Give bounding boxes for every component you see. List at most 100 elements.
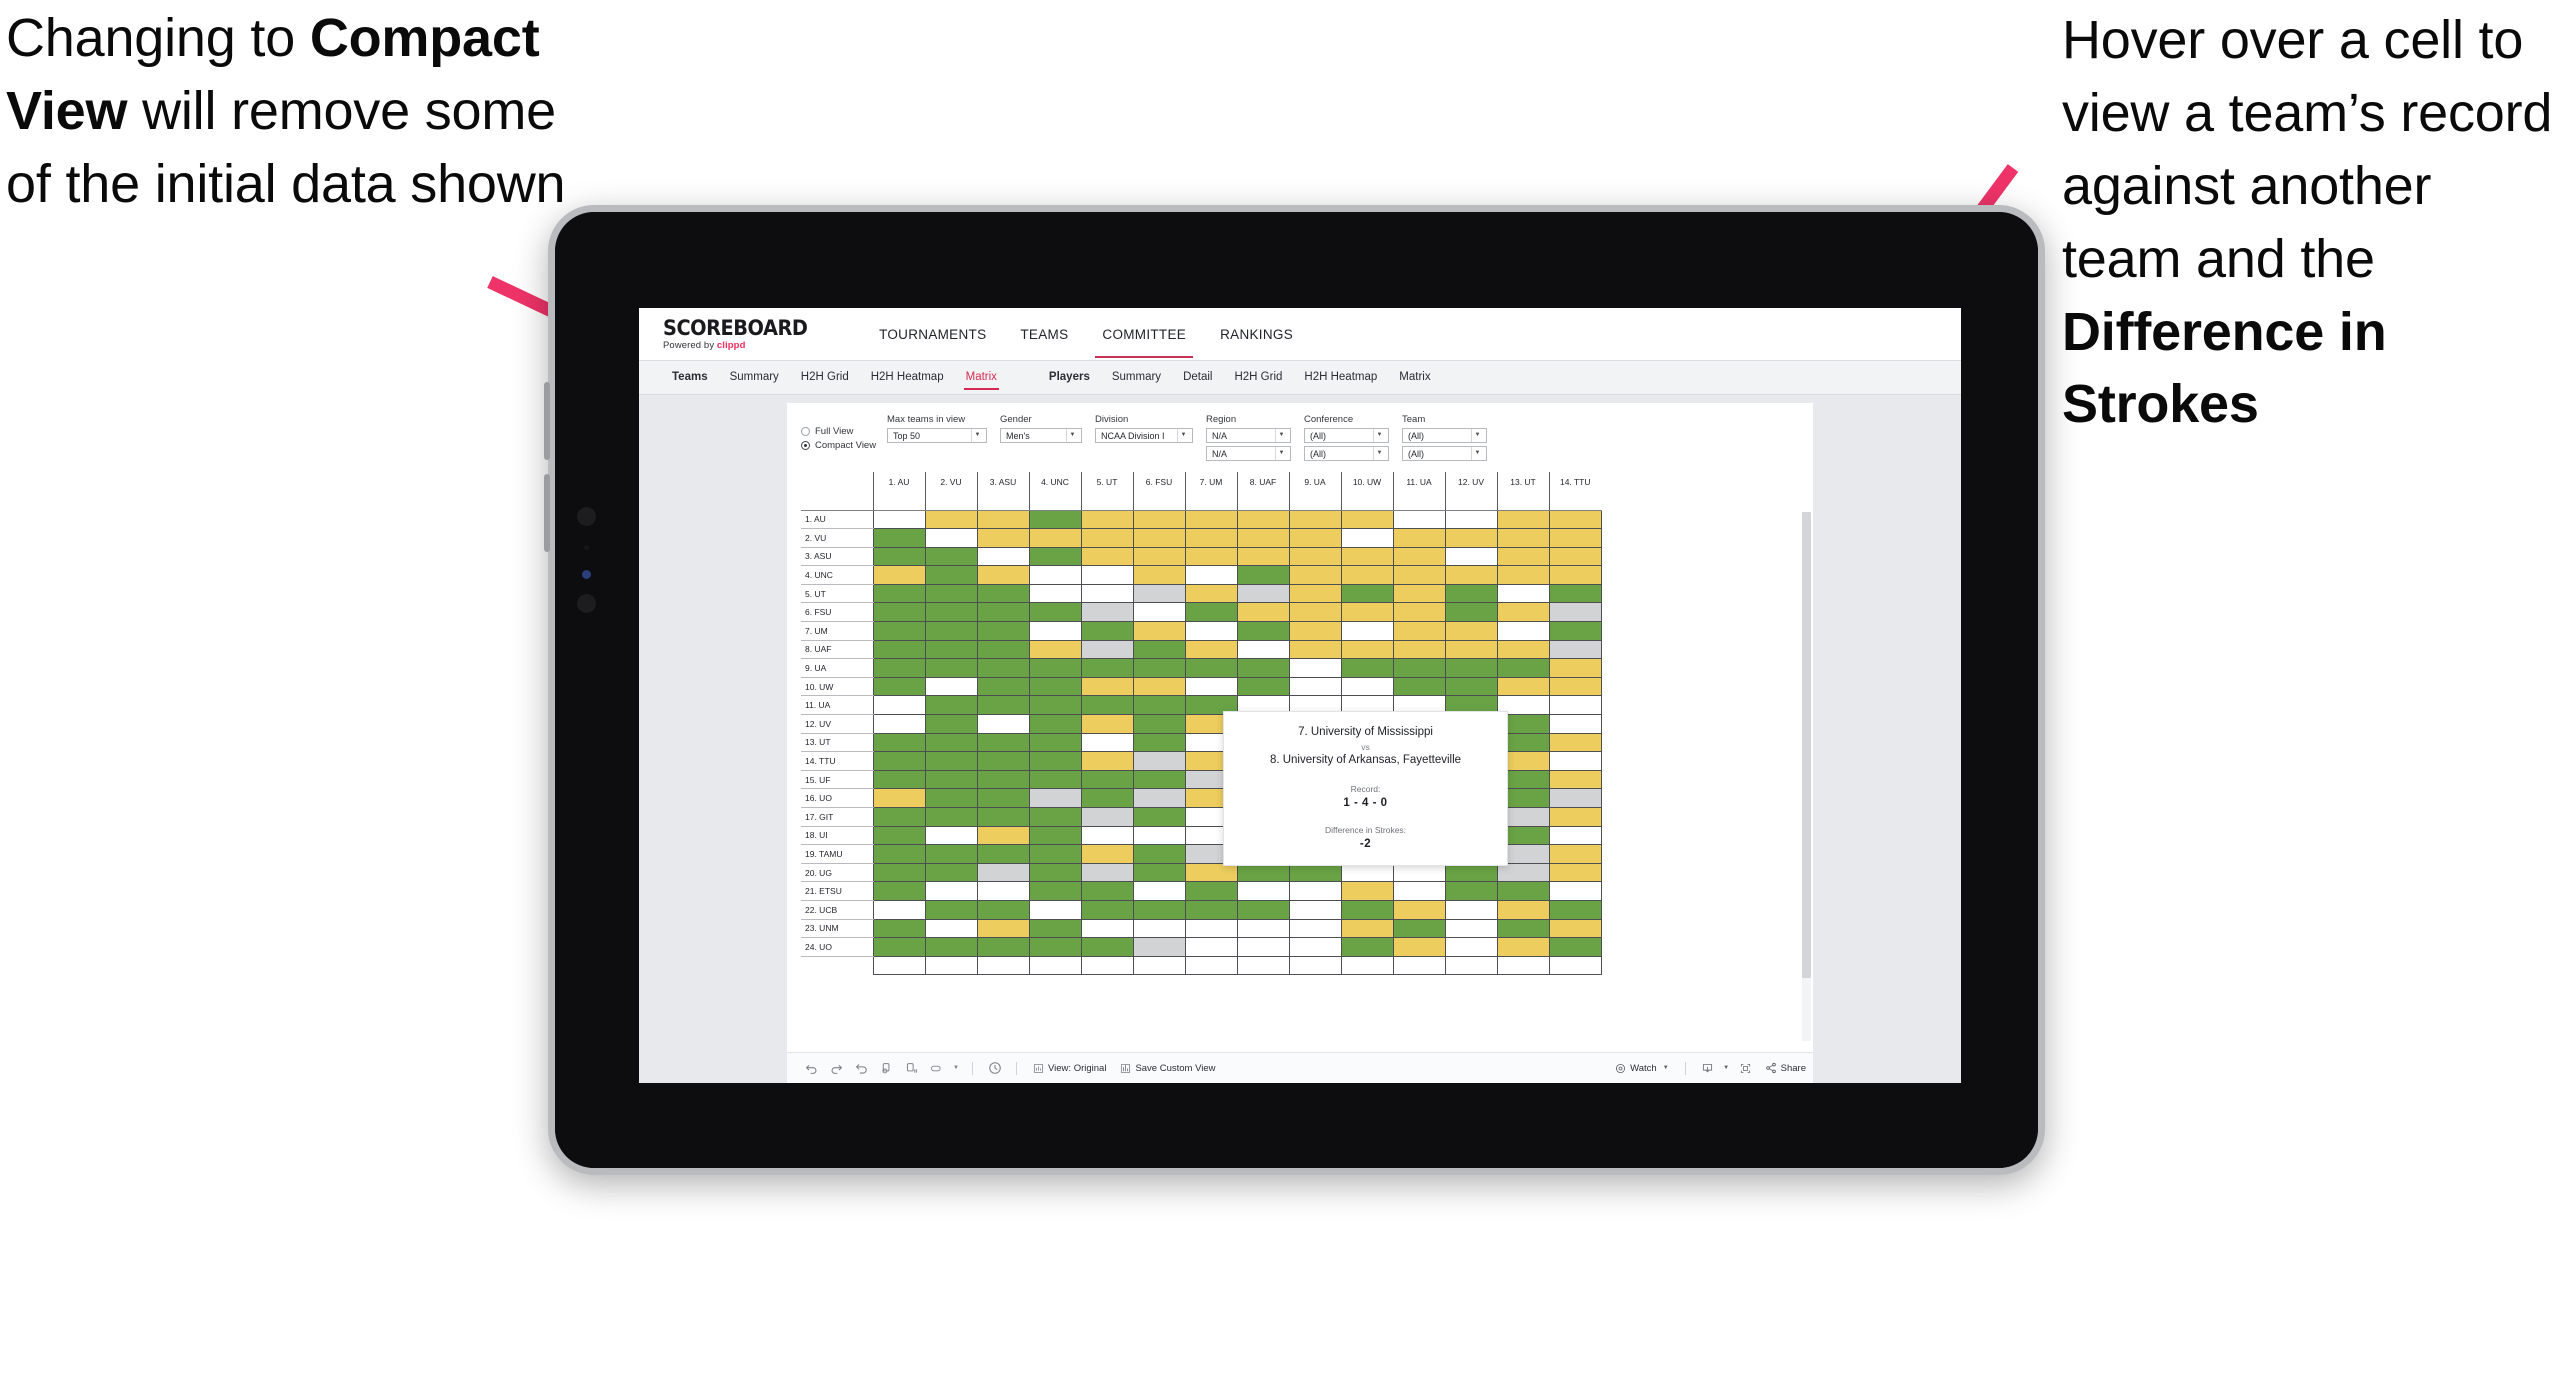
matrix-cell[interactable]	[1444, 584, 1498, 604]
matrix-cell[interactable]	[1028, 695, 1082, 716]
matrix-cell[interactable]	[1288, 565, 1342, 585]
matrix-cell[interactable]	[1444, 565, 1498, 585]
matrix-cell[interactable]	[1340, 658, 1394, 678]
matrix-cell[interactable]	[1028, 881, 1082, 901]
matrix-cell[interactable]	[1028, 788, 1082, 808]
matrix-cell[interactable]	[1184, 640, 1238, 660]
filter-gender-select[interactable]: Men's ▼	[1000, 428, 1082, 443]
matrix-row-header[interactable]: 4. UNC	[801, 565, 873, 585]
nav-item-committee[interactable]: COMMITTEE	[1085, 310, 1203, 358]
matrix-cell[interactable]	[924, 863, 978, 883]
matrix-cell[interactable]	[1184, 584, 1238, 604]
subnav-players-summary[interactable]: Summary	[1101, 363, 1172, 392]
matrix-row-header[interactable]: 12. UV	[801, 714, 873, 734]
matrix-cell[interactable]	[1028, 900, 1082, 920]
matrix-cell[interactable]	[976, 584, 1030, 604]
matrix-cell[interactable]	[1080, 602, 1134, 623]
matrix-cell[interactable]	[1132, 919, 1186, 939]
matrix-cell[interactable]	[1028, 807, 1082, 827]
matrix-cell[interactable]	[976, 919, 1030, 939]
radio-compact-view[interactable]: Compact View	[801, 440, 887, 451]
matrix-cell[interactable]	[1132, 788, 1186, 808]
matrix-cell[interactable]	[924, 881, 978, 901]
matrix-cell[interactable]	[1548, 658, 1602, 678]
matrix-row-header[interactable]: 23. UNM	[801, 919, 873, 939]
matrix-cell[interactable]	[872, 844, 926, 864]
matrix-row-header[interactable]: 10. UW	[801, 677, 873, 697]
matrix-cell[interactable]	[1392, 528, 1446, 548]
matrix-cell[interactable]	[1340, 565, 1394, 585]
matrix-row-header[interactable]: 18. UI	[801, 826, 873, 846]
matrix-cell[interactable]	[1548, 751, 1602, 771]
matrix-cell[interactable]	[1080, 547, 1134, 567]
matrix-cell[interactable]	[1340, 528, 1394, 548]
matrix-row-header[interactable]: 19. TAMU	[801, 844, 873, 864]
nav-item-tournaments[interactable]: TOURNAMENTS	[862, 310, 1003, 358]
matrix-cell[interactable]	[1548, 807, 1602, 827]
matrix-cell[interactable]	[1080, 770, 1134, 790]
matrix-cell[interactable]	[1288, 640, 1342, 660]
matrix-cell[interactable]	[1080, 826, 1134, 846]
matrix-cell[interactable]	[872, 881, 926, 901]
fullscreen-icon[interactable]	[1733, 1057, 1758, 1079]
matrix-column-header[interactable]: 13. UT	[1496, 472, 1549, 511]
matrix-cell[interactable]	[1444, 547, 1498, 567]
matrix-row-header[interactable]: 6. FSU	[801, 602, 873, 623]
matrix-column-header[interactable]: 14. TTU	[1548, 472, 1601, 511]
matrix-cell[interactable]	[976, 510, 1030, 530]
matrix-cell[interactable]	[1288, 547, 1342, 567]
matrix-cell[interactable]	[1132, 621, 1186, 641]
matrix-cell[interactable]	[924, 770, 978, 790]
matrix-cell[interactable]	[1132, 770, 1186, 790]
matrix-cell[interactable]	[976, 547, 1030, 567]
alerts-chevron-down-icon[interactable]: ▼	[949, 1057, 963, 1079]
matrix-cell[interactable]	[1184, 881, 1238, 901]
matrix-cell[interactable]	[1548, 844, 1602, 864]
matrix-cell[interactable]	[1496, 547, 1550, 567]
matrix-cell[interactable]	[872, 937, 926, 957]
matrix-cell[interactable]	[1132, 844, 1186, 864]
matrix-cell[interactable]	[1184, 565, 1238, 585]
matrix-cell[interactable]	[1548, 584, 1602, 604]
matrix-cell[interactable]	[1132, 640, 1186, 660]
matrix-cell[interactable]	[1132, 714, 1186, 734]
matrix-cell[interactable]	[1132, 826, 1186, 846]
matrix-cell[interactable]	[1392, 621, 1446, 641]
matrix-cell[interactable]	[872, 956, 926, 976]
matrix-cell[interactable]	[1080, 937, 1134, 957]
matrix-cell[interactable]	[924, 547, 978, 567]
matrix-cell[interactable]	[1184, 937, 1238, 957]
matrix-cell[interactable]	[1288, 900, 1342, 920]
matrix-cell[interactable]	[1184, 510, 1238, 530]
matrix-cell[interactable]	[1236, 621, 1290, 641]
matrix-cell[interactable]	[1548, 565, 1602, 585]
matrix-row-header[interactable]: 11. UA	[801, 695, 873, 716]
matrix-cell[interactable]	[872, 788, 926, 808]
matrix-cell[interactable]	[976, 751, 1030, 771]
matrix-cell[interactable]	[1028, 956, 1082, 976]
matrix-cell[interactable]	[872, 602, 926, 623]
matrix-cell[interactable]	[1080, 733, 1134, 753]
matrix-cell[interactable]	[1132, 584, 1186, 604]
matrix-cell[interactable]	[1132, 510, 1186, 530]
matrix-cell[interactable]	[1288, 584, 1342, 604]
matrix-cell[interactable]	[872, 751, 926, 771]
matrix-cell[interactable]	[1236, 956, 1290, 976]
matrix-cell[interactable]	[872, 677, 926, 697]
matrix-cell[interactable]	[1340, 956, 1394, 976]
brand-logo[interactable]: SCOREBOARD Powered by clippd	[663, 317, 820, 351]
matrix-cell[interactable]	[1028, 751, 1082, 771]
matrix-cell[interactable]	[1496, 565, 1550, 585]
matrix-cell[interactable]	[1080, 621, 1134, 641]
matrix-cell[interactable]	[976, 863, 1030, 883]
matrix-cell[interactable]	[872, 826, 926, 846]
matrix-cell[interactable]	[1392, 547, 1446, 567]
matrix-cell[interactable]	[1496, 900, 1550, 920]
matrix-row-header[interactable]: 20. UG	[801, 863, 873, 883]
matrix-cell[interactable]	[1236, 640, 1290, 660]
matrix-cell[interactable]	[1444, 900, 1498, 920]
matrix-row-header[interactable]: 8. UAF	[801, 640, 873, 660]
matrix-cell[interactable]	[1392, 881, 1446, 901]
matrix-cell[interactable]	[924, 621, 978, 641]
filter-region-select[interactable]: N/A ▼	[1206, 428, 1291, 443]
